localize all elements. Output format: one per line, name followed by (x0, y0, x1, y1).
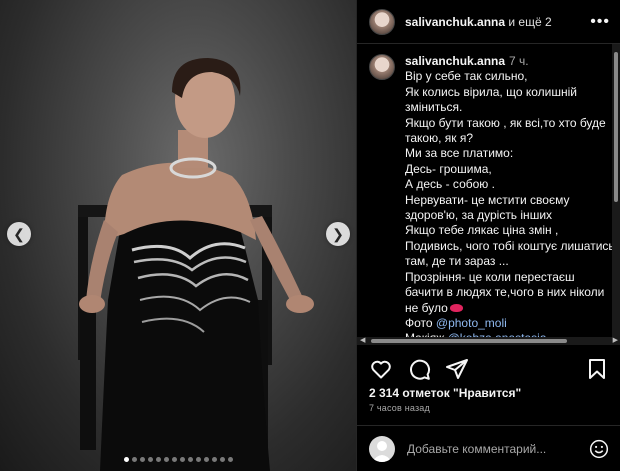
likes-count[interactable]: 2 314 отметок "Нравится" (369, 386, 521, 400)
caption-line: зміниться. (405, 100, 463, 115)
comment-icon[interactable] (407, 357, 431, 381)
carousel-dot (203, 457, 209, 462)
carousel-dot (187, 457, 193, 462)
caption-line: Якщо бути такою , як всі,то хто буде (405, 115, 606, 130)
smiley-icon[interactable] (589, 439, 609, 459)
caption-horizontal-scrollbar[interactable]: ◀ ▶ (357, 337, 620, 345)
username-link[interactable]: salivanchuk.anna (405, 15, 505, 29)
caption-text: salivanchuk.anna 7 ч. Вір у себе так силь… (405, 54, 615, 339)
share-icon[interactable] (445, 357, 469, 381)
caption-line: Десь- грошима, (405, 161, 492, 176)
avatar[interactable] (369, 8, 395, 35)
caption-line: А десь - собою . (405, 177, 495, 192)
scrollbar-thumb[interactable] (614, 52, 618, 202)
carousel-dot (131, 457, 137, 462)
carousel-dot (227, 457, 233, 462)
caption-line: Подивись, чого тобі коштує лишатись (405, 238, 615, 253)
credit-handle-link[interactable]: @photo_moli (436, 316, 507, 330)
caption-line: Прозріння- це коли перестаєш (405, 269, 575, 284)
caption-line: там, де ти зараз ... (405, 254, 509, 269)
credit-label: Фото (405, 315, 436, 330)
caption-vertical-scrollbar[interactable] (612, 44, 620, 337)
carousel-dot (147, 457, 153, 462)
post-actions (357, 352, 620, 386)
post-header: salivanchuk.anna и ещё 2 ••• (357, 0, 620, 44)
post-image (78, 58, 314, 471)
caption-line: бачити в людях те,чого в них ніколи (405, 285, 605, 300)
carousel-dot (195, 457, 201, 462)
caption-line: Нервувати- це мстити своєму (405, 192, 570, 207)
carousel-dot (211, 457, 217, 462)
caption-area: salivanchuk.anna 7 ч. Вір у себе так силь… (357, 44, 620, 339)
post-photo[interactable]: ❮ ❯ (0, 0, 356, 471)
carousel-dot (171, 457, 177, 462)
caption-time: 7 ч. (509, 54, 529, 68)
carousel-dots (0, 457, 356, 462)
scroll-left-arrow-icon[interactable]: ◀ (360, 337, 365, 345)
more-options-button[interactable]: ••• (590, 13, 610, 31)
comment-bar (357, 425, 620, 471)
chevron-left-icon: ❮ (13, 225, 25, 242)
lips-emoji-icon (449, 304, 463, 313)
carousel-prev-button[interactable]: ❮ (7, 222, 31, 246)
caption-line: Ми за все платимо: (405, 146, 514, 161)
heart-icon[interactable] (369, 357, 393, 381)
bookmark-icon[interactable] (585, 357, 609, 381)
caption-line: Як колись вірила, що колишній (405, 84, 577, 99)
caption-line: Вір у себе так сильно, (405, 69, 528, 84)
scroll-right-arrow-icon[interactable]: ▶ (613, 337, 618, 345)
credit-line: Фото @photo_moli (405, 316, 615, 331)
carousel-dot (179, 457, 185, 462)
header-username[interactable]: salivanchuk.anna и ещё 2 (405, 15, 552, 29)
caption-line: Якщо тебе лякає ціна змін , (405, 223, 559, 238)
caption-line: такою, як я? (405, 131, 474, 146)
current-user-avatar (369, 435, 395, 462)
post-timestamp[interactable]: 7 часов назад (369, 403, 430, 413)
coauthors-text[interactable]: и ещё 2 (505, 15, 551, 29)
carousel-dot (139, 457, 145, 462)
caption-line: здоров'ю, за дурість інших (405, 208, 553, 223)
carousel-dot (219, 457, 225, 462)
comment-input[interactable] (407, 441, 589, 456)
post-side-panel: salivanchuk.anna и ещё 2 ••• salivanchuk… (356, 0, 620, 471)
carousel-dot (163, 457, 169, 462)
ellipsis-icon: ••• (590, 12, 610, 30)
carousel-next-button[interactable]: ❯ (326, 222, 350, 246)
caption-line: не було (405, 301, 615, 316)
carousel-dot (155, 457, 161, 462)
scrollbar-thumb[interactable] (371, 339, 567, 343)
caption-username[interactable]: salivanchuk.anna (405, 54, 505, 68)
chevron-right-icon: ❯ (332, 225, 344, 242)
caption-avatar[interactable] (369, 54, 395, 80)
default-avatar-icon (372, 440, 392, 462)
carousel-dot (123, 457, 129, 462)
